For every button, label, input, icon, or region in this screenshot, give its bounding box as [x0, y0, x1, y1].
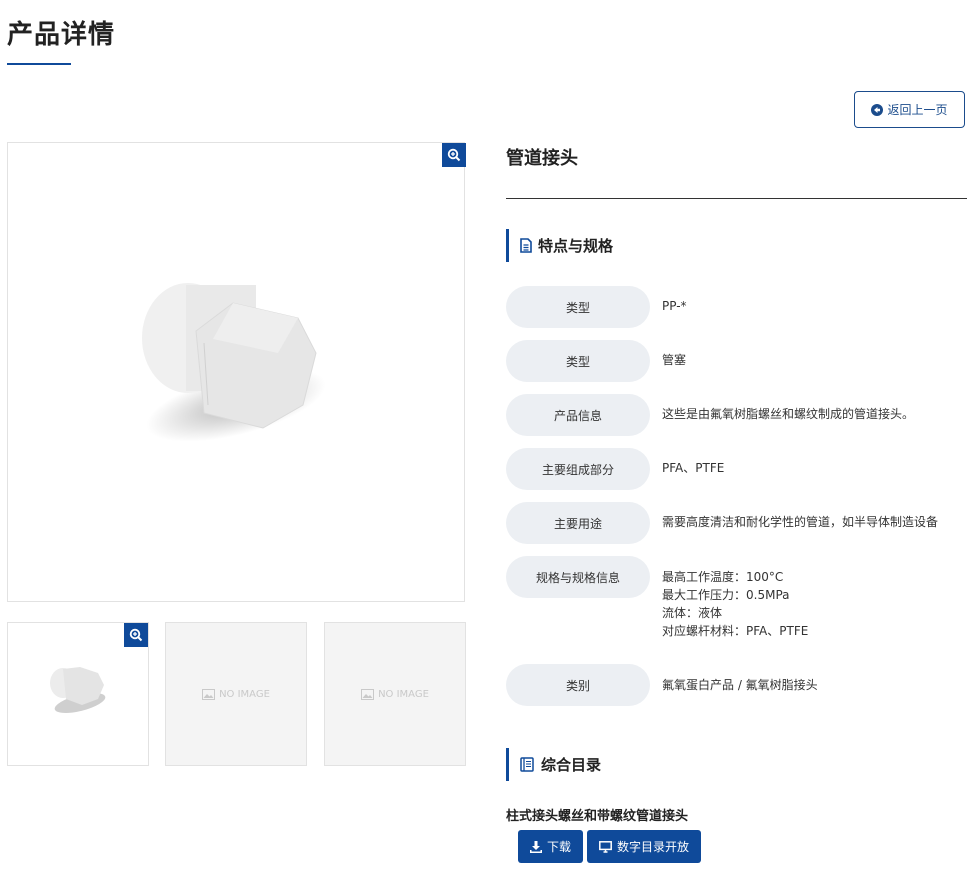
zoom-icon: [129, 628, 143, 642]
catalog-section-title: 综合目录: [541, 756, 602, 774]
spec-line: 流体：液体: [662, 606, 723, 620]
no-image-label: NO IMAGE: [219, 688, 270, 700]
spec-line: 最高工作温度：100°C: [662, 570, 784, 584]
zoom-button-thumb[interactable]: [124, 623, 148, 647]
pipe-plug-image: [142, 283, 326, 442]
specs-section-title: 特点与规格: [538, 237, 614, 255]
download-button-label: 下载: [546, 840, 571, 854]
spec-label-usage: 主要用途: [506, 502, 650, 544]
specs-section-heading: 特点与规格: [506, 229, 613, 262]
spec-value-product-info: 这些是由氟氧树脂螺丝和螺纹制成的管道接头。: [662, 407, 915, 421]
digital-catalog-label: 数字目录开放: [616, 840, 689, 854]
no-image-label: NO IMAGE: [378, 688, 429, 700]
spec-value-usage: 需要高度清洁和耐化学性的管道，如半导体制造设备: [662, 515, 939, 529]
monitor-icon: [599, 840, 612, 853]
back-button-label: 返回上一页: [887, 103, 948, 117]
document-icon: [520, 238, 532, 253]
divider: [506, 198, 967, 199]
zoom-button-main[interactable]: [442, 143, 466, 167]
thumbnail-2[interactable]: NO IMAGE: [165, 622, 307, 766]
product-name: 管道接头: [506, 148, 578, 169]
download-icon: [529, 840, 542, 853]
spec-value-specifications: 最高工作温度：100°C 最大工作压力：0.5MPa 流体：液体 对应螺杆材料：…: [662, 568, 808, 640]
back-button[interactable]: 返回上一页: [854, 91, 965, 128]
image-placeholder-icon: [361, 688, 375, 700]
spec-value-components: PFA、PTFE: [662, 461, 725, 475]
arrow-circle-left-icon: [871, 103, 884, 116]
catalog-section-heading: 综合目录: [506, 748, 601, 781]
catalog-item-title: 柱式接头螺丝和带螺纹管道接头: [506, 809, 689, 824]
title-underline: [7, 63, 71, 65]
spec-line: 最大工作压力：0.5MPa: [662, 588, 790, 602]
spec-label-components: 主要组成部分: [506, 448, 650, 490]
spec-label-type: 类型: [506, 286, 650, 328]
spec-label-type-2: 类型: [506, 340, 650, 382]
spec-label-specifications: 规格与规格信息: [506, 556, 650, 598]
spec-value-category: 氟氧蛋白产品 / 氟氧树脂接头: [662, 678, 818, 692]
spec-label-category: 类别: [506, 664, 650, 706]
zoom-icon: [447, 148, 461, 162]
page-title: 产品详情: [7, 20, 116, 50]
thumbnail-3[interactable]: NO IMAGE: [324, 622, 466, 766]
digital-catalog-button[interactable]: 数字目录开放: [587, 830, 701, 863]
spec-line: 对应螺杆材料：PFA、PTFE: [662, 624, 809, 638]
spec-label-product-info: 产品信息: [506, 394, 650, 436]
image-placeholder-icon: [202, 688, 216, 700]
spec-value-type: PP-*: [662, 299, 687, 313]
main-product-image[interactable]: [7, 142, 466, 602]
book-icon: [520, 757, 534, 772]
thumbnail-1[interactable]: [7, 622, 149, 766]
spec-value-type-2: 管塞: [662, 353, 687, 367]
download-button[interactable]: 下载: [518, 830, 583, 863]
